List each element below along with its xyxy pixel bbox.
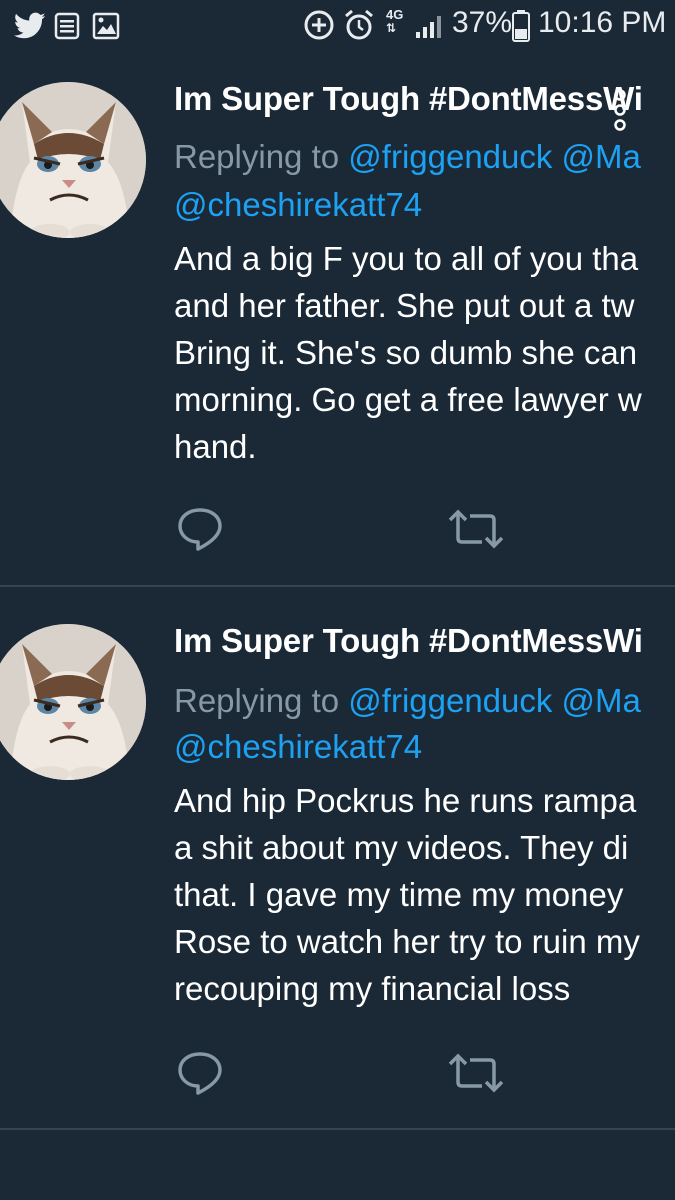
replying-to-line: Replying to @friggenduck @Ma <box>174 138 641 176</box>
clock: 10:16 PM <box>538 6 667 39</box>
mention-link[interactable]: @cheshirekatt74 <box>174 728 422 766</box>
tweet-text-line: morning. Go get a free lawyer w <box>174 381 642 418</box>
mention-link[interactable]: @friggenduck @Ma <box>348 138 641 175</box>
tweet-text-line: that. I gave my time my money <box>174 876 624 913</box>
tweet-text-line: Bring it. She's so dumb she can <box>174 334 638 371</box>
tweet-card[interactable]: Im Super Tough #DontMessWi Replying to @… <box>0 602 675 1128</box>
grumpy-cat-avatar-icon <box>0 82 146 238</box>
reply-icon[interactable] <box>176 506 224 557</box>
network-4g-icon: 4G ⇅ <box>386 7 404 35</box>
avatar[interactable] <box>0 624 146 780</box>
signal-icon <box>414 12 444 45</box>
replying-to-label: Replying to <box>174 138 340 175</box>
battery-percent: 37% <box>452 6 513 39</box>
tweet-card[interactable]: Im Super Tough #DontMessWi Replying to @… <box>0 60 675 585</box>
twitter-icon <box>13 12 46 45</box>
reply-icon[interactable] <box>176 1050 224 1101</box>
tweet-text-line: hand. <box>174 428 257 465</box>
avatar[interactable] <box>0 82 146 238</box>
network-label: 4G <box>386 7 404 22</box>
mention-link[interactable]: @friggenduck @Ma <box>348 682 641 719</box>
tweet-text-line: Rose to watch her try to ruin my <box>174 923 640 960</box>
tweet-text-line: And a big F you to all of you tha <box>174 240 639 277</box>
grumpy-cat-avatar-icon <box>0 624 146 780</box>
tweet-text-line: recouping my financial loss <box>174 970 571 1007</box>
tweet-text-line: and her father. She put out a tw <box>174 287 635 324</box>
display-name[interactable]: Im Super Tough #DontMessWi <box>174 80 643 118</box>
tweet-text-line: a shit about my videos. They di <box>174 829 629 866</box>
alarm-icon <box>342 8 376 47</box>
status-bar: 4G ⇅ 37% 10:16 PM <box>0 0 675 52</box>
divider <box>0 1128 675 1130</box>
battery-icon <box>512 10 530 47</box>
messages-icon <box>54 12 80 45</box>
replying-to-label: Replying to <box>174 682 340 719</box>
replying-to-line: Replying to @friggenduck @Ma <box>174 682 641 720</box>
divider <box>0 585 675 587</box>
overflow-menu-icon[interactable] <box>610 88 630 132</box>
retweet-icon[interactable] <box>448 1052 504 1099</box>
retweet-icon[interactable] <box>448 508 504 555</box>
gallery-icon <box>92 12 120 45</box>
tweet-text-line: And hip Pockrus he runs rampa <box>174 782 637 819</box>
mention-link[interactable]: @cheshirekatt74 <box>174 186 422 224</box>
data-saver-icon <box>302 8 336 47</box>
display-name[interactable]: Im Super Tough #DontMessWi <box>174 622 643 660</box>
